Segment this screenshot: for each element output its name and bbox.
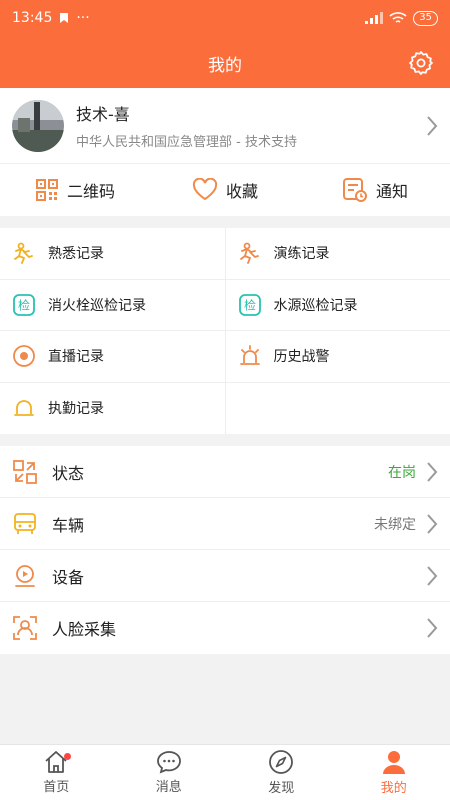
- record-label: 消火栓巡检记录: [48, 297, 146, 314]
- wifi-icon: [389, 12, 407, 23]
- setting-device[interactable]: 设备: [0, 550, 450, 602]
- favorites-button[interactable]: 收藏: [150, 164, 300, 216]
- status-bar: 13:45 ··· 35: [0, 0, 450, 36]
- notice-button[interactable]: 通知: [300, 164, 450, 216]
- notification-icon: [60, 13, 69, 23]
- tab-label: 首页: [43, 780, 70, 795]
- page-title: 我的: [208, 55, 242, 76]
- runner-icon: [14, 242, 33, 265]
- profile-org: 中华人民共和国应急管理部 - 技术支持: [76, 135, 297, 150]
- record-duty[interactable]: 执勤记录: [0, 383, 225, 435]
- tab-mine[interactable]: 我的: [338, 745, 450, 800]
- gear-icon: [409, 51, 433, 75]
- signal-icon: [365, 12, 384, 24]
- battery-indicator: 35: [413, 10, 438, 26]
- setting-face[interactable]: 人脸采集: [0, 602, 450, 654]
- record-water[interactable]: 检 水源巡检记录: [224, 279, 450, 330]
- record-label: 演练记录: [273, 246, 330, 263]
- status-icon: [13, 459, 37, 484]
- qrcode-icon: [35, 179, 58, 201]
- qrcode-button[interactable]: 二维码: [0, 164, 150, 216]
- record-live[interactable]: 直播记录: [0, 331, 225, 382]
- siren-icon: [239, 345, 260, 366]
- quick-actions: 二维码 收藏 通知: [0, 164, 450, 216]
- bottom-tab-bar: 首页 消息 发现 我的: [0, 744, 450, 800]
- record-label: 直播记录: [48, 349, 104, 366]
- profile-name: 技术-喜: [76, 105, 130, 124]
- chevron-right-icon: [427, 513, 438, 534]
- tab-messages[interactable]: 消息: [113, 745, 226, 800]
- setting-vehicle[interactable]: 车辆 未绑定: [0, 498, 450, 550]
- inspect-glyph: 检: [243, 297, 255, 312]
- settings-list: 状态 在岗 车辆 未绑定 设备 人脸采集: [0, 446, 450, 654]
- status-time: 13:45: [12, 10, 53, 26]
- tab-label: 消息: [155, 780, 182, 795]
- compass-icon: [269, 750, 294, 774]
- record-drill[interactable]: 演练记录: [224, 228, 450, 279]
- inspect-icon: 检: [13, 293, 35, 316]
- face-icon: [13, 616, 37, 640]
- qrcode-label: 二维码: [66, 182, 115, 201]
- runner-icon: [239, 242, 259, 265]
- inspect-glyph: 检: [18, 297, 30, 312]
- vehicle-icon: [14, 512, 36, 534]
- message-icon: [156, 751, 181, 774]
- setting-label: 人脸采集: [52, 620, 117, 639]
- setting-status[interactable]: 状态 在岗: [0, 446, 450, 498]
- record-familiar[interactable]: 熟悉记录: [0, 228, 225, 279]
- device-icon: [15, 564, 35, 587]
- avatar: [12, 99, 64, 152]
- favorites-label: 收藏: [225, 182, 258, 201]
- settings-button[interactable]: [406, 48, 436, 78]
- record-label: 熟悉记录: [48, 246, 104, 263]
- record-empty: [224, 382, 450, 434]
- record-label: 历史战警: [273, 349, 330, 366]
- chevron-right-icon: [427, 115, 438, 136]
- record-label: 水源巡检记录: [273, 297, 358, 314]
- person-icon: [382, 751, 405, 774]
- notice-icon: [342, 178, 367, 202]
- record-history[interactable]: 历史战警: [224, 331, 450, 382]
- profile-card[interactable]: 技术-喜 中华人民共和国应急管理部 - 技术支持: [0, 88, 450, 164]
- chevron-right-icon: [427, 565, 438, 586]
- tab-label: 我的: [380, 781, 407, 796]
- chevron-right-icon: [427, 618, 438, 638]
- setting-label: 设备: [52, 567, 85, 587]
- record-label: 执勤记录: [48, 401, 104, 418]
- setting-label: 状态: [52, 463, 85, 483]
- heart-icon: [192, 178, 218, 201]
- duty-icon: [14, 400, 34, 417]
- status-more: ···: [76, 10, 90, 26]
- live-icon: [13, 345, 35, 368]
- unread-dot: [64, 753, 71, 760]
- records-grid: 熟悉记录 演练记录 检 消火栓巡检记录 检 水源巡检记录 直播记录 历史战警 执…: [0, 228, 450, 434]
- setting-value: 未绑定: [374, 516, 416, 533]
- inspect-icon: 检: [238, 293, 261, 316]
- record-hydrant[interactable]: 检 消火栓巡检记录: [0, 280, 225, 331]
- setting-value: 在岗: [388, 464, 416, 481]
- notice-label: 通知: [375, 182, 408, 201]
- tab-home[interactable]: 首页: [0, 745, 113, 800]
- setting-label: 车辆: [52, 515, 85, 535]
- tab-discover[interactable]: 发现: [225, 745, 338, 800]
- tab-label: 发现: [268, 781, 295, 796]
- app-header: 13:45 ··· 35 我的: [0, 0, 450, 88]
- chevron-right-icon: [427, 461, 438, 482]
